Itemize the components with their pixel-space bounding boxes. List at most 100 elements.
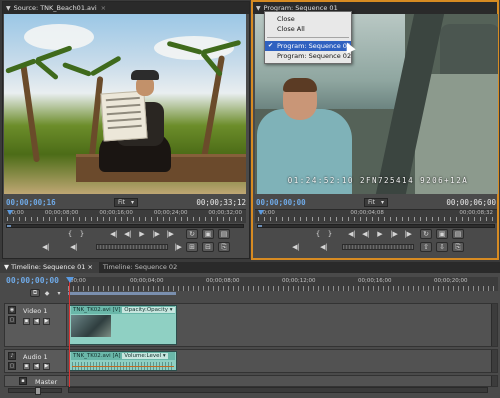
source-video-frame (4, 14, 246, 194)
ruler-label: 00;00;08;00 (206, 278, 240, 284)
close-tab-icon[interactable]: × (87, 263, 92, 271)
step-back-frame-icon[interactable]: ◀| (318, 242, 330, 252)
newspaper (100, 90, 148, 142)
mark-in-icon[interactable]: { (312, 229, 324, 239)
safe-margins-icon[interactable]: ▣ (436, 229, 448, 239)
next-keyframe-icon[interactable]: ▶ (43, 318, 50, 325)
lift-icon[interactable]: ⇧ (420, 242, 432, 252)
program-current-timecode[interactable]: 00;00;00;00 (256, 198, 306, 207)
go-to-in-icon[interactable]: ◀| (108, 229, 120, 239)
track-scrollbar[interactable] (491, 350, 497, 372)
source-duration-timecode: 00;00;33;12 (196, 198, 246, 207)
program-time-ruler[interactable]: 00;00 00;00;04;08 00;00;08;32 (255, 209, 497, 223)
timeline-ruler[interactable]: 00;00 00;00;04;00 00;00;08;00 00;00;12;0… (68, 277, 498, 291)
lock-icon[interactable]: ▢ (8, 316, 16, 324)
effect-select[interactable]: Volume:Level ▾ (122, 353, 168, 359)
audio-clip[interactable]: TNK_TK02.avi [A] Volume:Level ▾ (69, 351, 177, 371)
go-to-out-icon[interactable]: |▶ (402, 229, 414, 239)
track-header-master: ▪ Master (5, 376, 67, 386)
play-icon[interactable]: ▶ (136, 229, 148, 239)
source-fit-label: Fit (117, 199, 126, 206)
jog-wheel[interactable] (96, 244, 168, 250)
keyframe-display-icon[interactable]: ▪ (23, 318, 30, 325)
step-forward-icon[interactable]: |▶ (150, 229, 162, 239)
effect-select[interactable]: Opacity:Opacity ▾ (122, 307, 175, 313)
lock-icon[interactable]: ▢ (8, 362, 16, 370)
source-playhead[interactable] (7, 210, 13, 224)
checkmark-icon: ✔ (268, 42, 274, 49)
track-scrollbar[interactable] (491, 304, 497, 346)
program-duration-timecode: 00;00;06;00 (446, 198, 496, 207)
menu-item-close-all[interactable]: Close All (265, 24, 351, 34)
menu-item-sequence-02[interactable]: Program: Sequence 02 (265, 51, 351, 61)
step-forward-frame-icon[interactable]: |▶ (172, 242, 184, 252)
timeline-current-timecode[interactable]: 00;00;00;00 (6, 276, 59, 285)
go-to-in-icon[interactable]: ◀| (346, 229, 358, 239)
tab-timeline-sequence-01[interactable]: ▼ Timeline: Sequence 01 × (0, 262, 99, 273)
export-frame-icon[interactable]: ⎘ (218, 242, 230, 252)
source-current-timecode[interactable]: 00;00;00;16 (6, 198, 56, 207)
program-scrub-bar[interactable] (257, 224, 495, 228)
panel-menu-triangle-icon[interactable]: ▼ (256, 5, 261, 12)
prev-keyframe-icon[interactable]: ◀ (33, 318, 40, 325)
effect-label: Opacity:Opacity (124, 307, 169, 313)
step-back-icon[interactable]: ◀| (122, 229, 134, 239)
insert-icon[interactable]: ⊞ (186, 242, 198, 252)
timeline-horizontal-scrollbar[interactable] (68, 387, 488, 393)
tab-label: Timeline: Sequence 02 (102, 263, 178, 271)
output-icon[interactable]: ▤ (218, 229, 230, 239)
work-area-bar[interactable] (68, 292, 176, 295)
close-tab-icon[interactable]: × (101, 4, 106, 12)
snap-icon[interactable]: ⧉ (30, 289, 40, 297)
timeline-tabs: ▼ Timeline: Sequence 01 × Timeline: Sequ… (0, 262, 500, 273)
shuttle-left-icon[interactable]: ◀| (40, 242, 52, 252)
source-zoom-select[interactable]: Fit ▾ (113, 198, 139, 207)
mark-out-icon[interactable]: } (76, 229, 88, 239)
timeline-playhead-handle[interactable] (66, 277, 74, 283)
step-back-frame-icon[interactable]: ◀| (68, 242, 80, 252)
program-zoom-select[interactable]: Fit ▾ (363, 198, 389, 207)
program-playhead[interactable] (258, 210, 264, 224)
video-clip[interactable]: TNK_TK02.avi [V] Opacity:Opacity ▾ (69, 305, 177, 345)
safe-margins-icon[interactable]: ▣ (202, 229, 214, 239)
step-back-icon[interactable]: ◀| (360, 229, 372, 239)
menu-item-label: Program: Sequence 01 (277, 42, 352, 50)
zoom-slider-thumb[interactable] (35, 387, 41, 395)
eye-icon[interactable]: ◉ (8, 306, 16, 314)
source-scrub-bar[interactable] (6, 224, 244, 228)
keyframe-display-icon[interactable]: ▪ (23, 363, 30, 370)
speaker-icon[interactable]: ♪ (8, 352, 16, 360)
go-to-out-icon[interactable]: |▶ (164, 229, 176, 239)
shuttle-left-icon[interactable]: ◀| (290, 242, 302, 252)
volume-level-line[interactable] (72, 366, 174, 367)
timeline-zoom-slider[interactable] (8, 387, 62, 395)
source-panel-tab[interactable]: ▼ Source: TNK_Beach01.avi × (3, 2, 249, 14)
menu-item-sequence-01[interactable]: ✔ Program: Sequence 01 (265, 41, 351, 51)
prev-keyframe-icon[interactable]: ◀ (33, 363, 40, 370)
keyframe-display-icon[interactable]: ▪ (19, 377, 27, 385)
extract-icon[interactable]: ⇩ (436, 242, 448, 252)
mark-in-icon[interactable]: { (64, 229, 76, 239)
jog-wheel[interactable] (342, 244, 414, 250)
timeline-playhead-line[interactable] (69, 277, 70, 389)
menu-item-close[interactable]: Close (265, 14, 351, 24)
export-frame-icon[interactable]: ⎘ (452, 242, 464, 252)
next-keyframe-icon[interactable]: ▶ (43, 363, 50, 370)
mark-out-icon[interactable]: } (324, 229, 336, 239)
track-header-video-1: ◉ ▢ Video 1 ▪ ◀ ▶ (5, 304, 67, 346)
add-marker-icon[interactable]: ▾ (54, 289, 64, 297)
track-scrollbar[interactable] (491, 376, 497, 386)
marker-icon[interactable]: ◆ (42, 289, 52, 297)
overlay-icon[interactable]: ⊟ (202, 242, 214, 252)
output-icon[interactable]: ▤ (452, 229, 464, 239)
loop-icon[interactable]: ↻ (186, 229, 198, 239)
play-icon[interactable]: ▶ (374, 229, 386, 239)
panel-menu-triangle-icon[interactable]: ▼ (6, 5, 11, 12)
loop-icon[interactable]: ↻ (420, 229, 432, 239)
step-forward-icon[interactable]: |▶ (388, 229, 400, 239)
program-timecode-row: 00;00;00;00 Fit ▾ 00;00;06;00 (256, 197, 496, 208)
source-time-ruler[interactable]: 00;00 00;00;08;00 00;00;16;00 00;00;24;0… (4, 209, 246, 223)
tab-label: Timeline: Sequence 01 (11, 263, 86, 271)
chevron-down-icon: ▾ (381, 199, 385, 206)
tab-timeline-sequence-02[interactable]: Timeline: Sequence 02 (99, 262, 183, 273)
